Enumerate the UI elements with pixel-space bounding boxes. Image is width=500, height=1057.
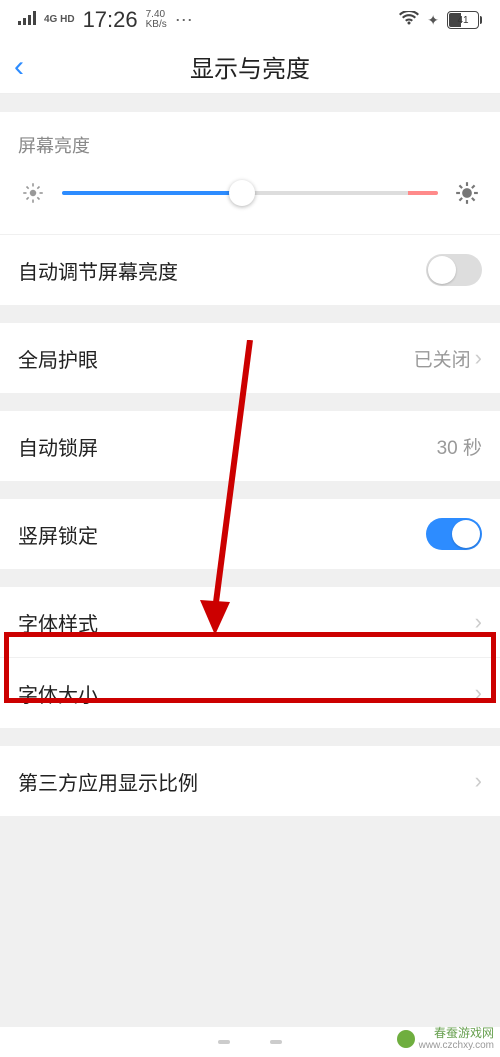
portrait-lock-label: 竖屏锁定 [18,520,98,549]
watermark-url: www.czchxy.com [419,1040,494,1051]
eye-protect-label: 全局护眼 [18,344,98,373]
clock-time: 17:26 [83,7,138,33]
status-bar: 4G HD 17:26 7.40 KB/s ⋯ ✦ 41 [0,0,500,40]
back-button[interactable]: ‹ [14,50,24,84]
chevron-right-icon: › [475,345,482,371]
data-speed: 7.40 KB/s [146,10,167,30]
font-size-label: 字体大小 [18,679,98,708]
nav-header: ‹ 显示与亮度 [0,40,500,94]
chevron-right-icon: › [475,768,482,794]
signal-icon [18,11,36,29]
chevron-right-icon: › [475,680,482,706]
sun-large-icon [452,178,482,208]
row-third-party[interactable]: 第三方应用显示比例 › [0,746,500,816]
font-style-label: 字体样式 [18,608,98,637]
third-party-label: 第三方应用显示比例 [18,767,198,796]
auto-lock-label: 自动锁屏 [18,432,98,461]
brightness-label: 屏幕亮度 [18,132,482,158]
more-icon: ⋯ [175,10,194,31]
sun-small-icon [18,178,48,208]
watermark: 春蚕游戏网 www.czchxy.com [397,1027,494,1051]
charging-icon: ✦ [427,12,439,29]
row-auto-lock[interactable]: 自动锁屏 30 秒 [0,411,500,481]
auto-brightness-toggle[interactable] [426,254,482,286]
battery-icon: 41 [447,11,482,29]
row-font-style[interactable]: 字体样式 › [0,587,500,657]
auto-lock-value: 30 秒 [437,433,482,460]
watermark-name: 春蚕游戏网 [419,1027,494,1040]
portrait-lock-toggle[interactable] [426,518,482,550]
auto-brightness-label: 自动调节屏幕亮度 [18,256,178,285]
row-eye-protect[interactable]: 全局护眼 已关闭 › [0,323,500,393]
network-type: 4G HD [44,15,75,25]
page-title: 显示与亮度 [0,49,500,84]
eye-protect-value: 已关闭 [414,345,471,372]
row-font-size[interactable]: 字体大小 › [0,658,500,728]
nav-indicator-icon [270,1040,282,1044]
chevron-right-icon: › [475,609,482,635]
watermark-logo-icon [397,1030,415,1048]
slider-thumb[interactable] [229,180,255,206]
nav-indicator-icon [218,1040,230,1044]
row-auto-brightness: 自动调节屏幕亮度 [0,235,500,305]
brightness-slider[interactable] [18,178,482,208]
brightness-section: 屏幕亮度 [0,112,500,234]
wifi-icon [399,11,419,29]
row-portrait-lock: 竖屏锁定 [0,499,500,569]
